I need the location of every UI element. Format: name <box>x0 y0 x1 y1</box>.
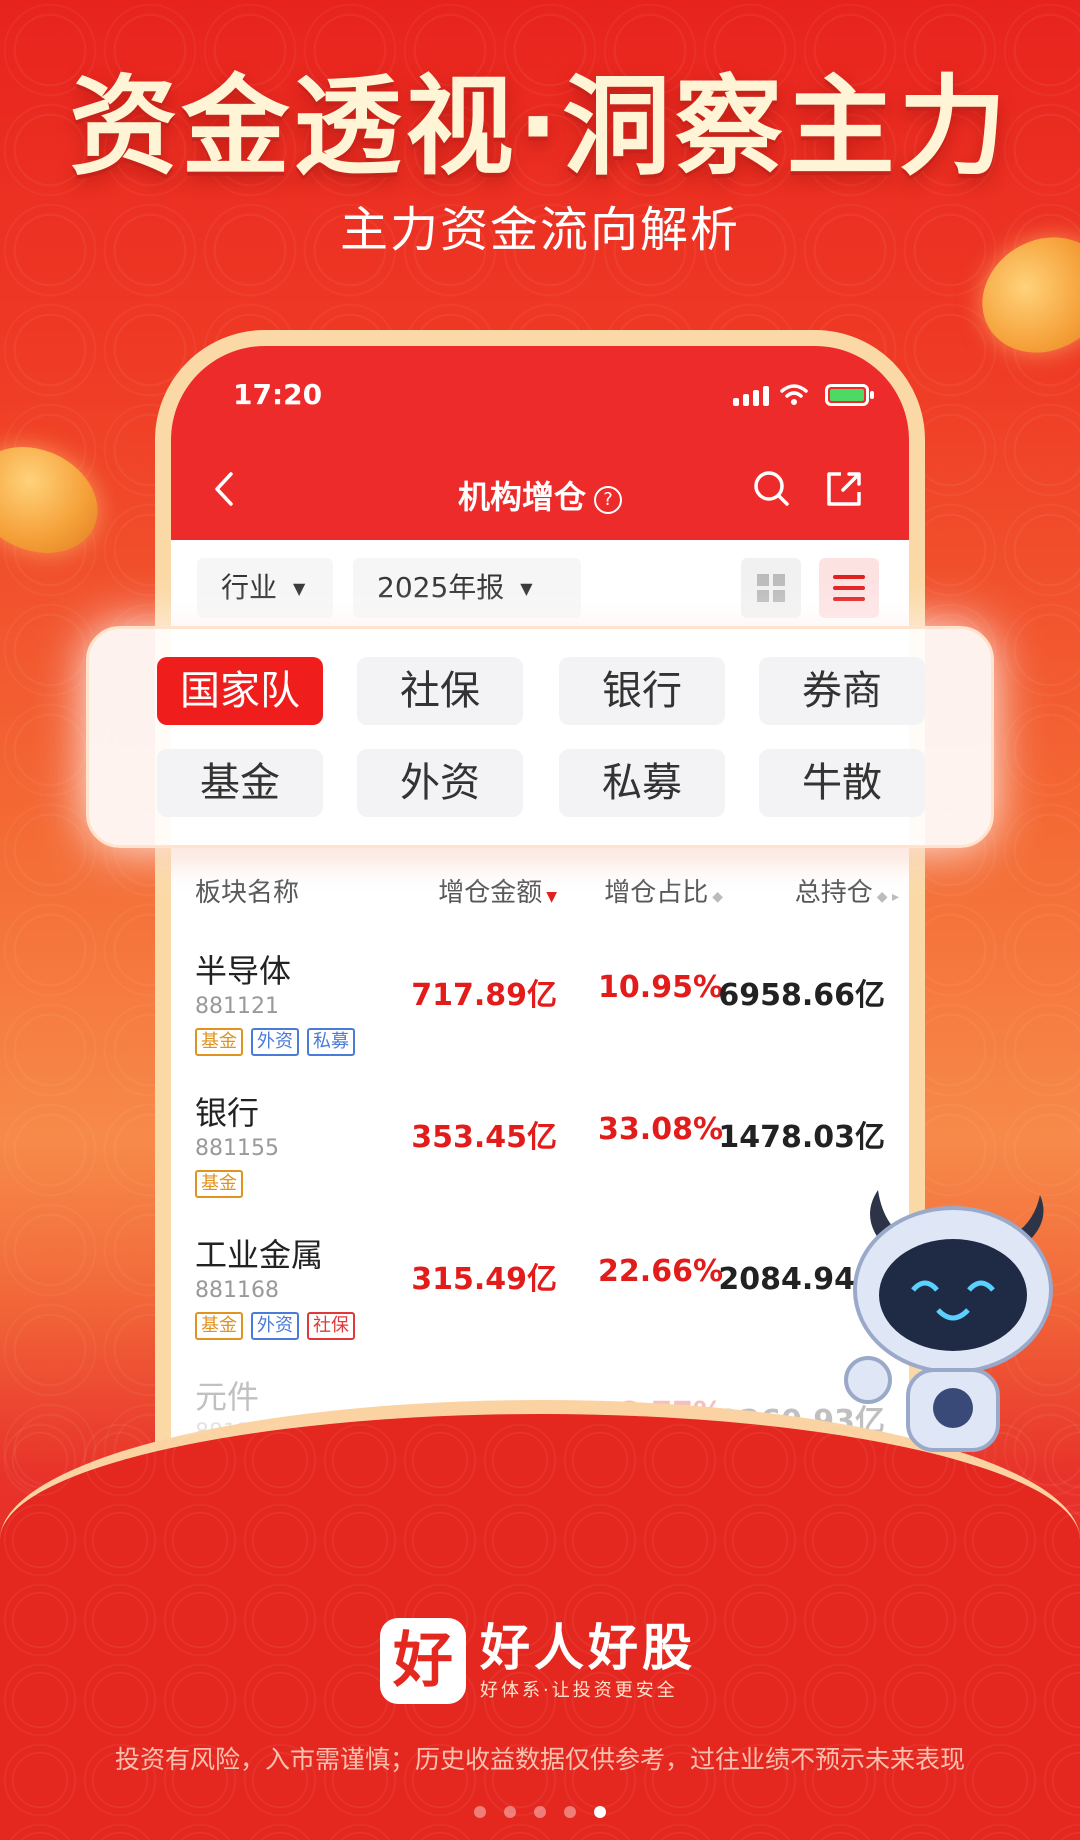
list-view-button[interactable] <box>819 558 879 618</box>
caret-down-icon: ▼ <box>293 579 306 598</box>
phone-mockup: 17:20 机构增仓? 行业 ▼ 2025年报 ▼ 板块名称 增仓金额 ▼ 增仓… <box>155 330 925 1530</box>
nav-bar: 机构增仓? <box>171 446 909 536</box>
investor-type-chip[interactable]: 券商 <box>759 657 925 725</box>
sector-name: 元件 <box>195 1378 260 1416</box>
sector-tags: 基金 外资 社保 <box>195 1312 355 1340</box>
increase-amount: 315.49亿 <box>411 1262 557 1297</box>
column-header-amount-label: 增仓金额 <box>438 878 543 908</box>
caret-down-icon: ▼ <box>520 579 533 598</box>
sector-name: 半导体 <box>195 952 292 990</box>
status-bar: 17:20 <box>171 346 909 426</box>
investor-tag: 社保 <box>307 1312 355 1340</box>
column-header-name: 板块名称 <box>195 878 300 908</box>
increase-amount: 717.89亿 <box>411 978 557 1013</box>
page-dot[interactable] <box>564 1806 576 1818</box>
column-header-total[interactable]: 总持仓 ◆ ▸ <box>795 872 899 909</box>
increase-ratio: 22.66% <box>598 1254 723 1289</box>
robot-mascot-illustration <box>844 1190 1053 1452</box>
sector-code: 881121 <box>195 994 279 1019</box>
investor-type-chip[interactable]: 私募 <box>559 749 725 817</box>
brand-name: 好人好股 <box>480 1618 696 1677</box>
brand-logo: 好 好人好股 好体系·让投资更安全 <box>380 1616 696 1706</box>
total-holding: 1478.03亿 <box>718 1120 885 1155</box>
column-header-amount[interactable]: 增仓金额 ▼ <box>438 872 557 909</box>
sector-code: 881168 <box>195 1278 279 1303</box>
signal-icon <box>733 386 769 406</box>
investor-tag: 外资 <box>251 1028 299 1056</box>
grid-view-button[interactable] <box>741 558 801 618</box>
total-holding: 6958.66亿 <box>718 978 885 1013</box>
table-header: 板块名称 增仓金额 ▼ 增仓占比 ◆ 总持仓 ◆ ▸ <box>171 872 909 922</box>
risk-disclaimer: 投资有风险，入市需谨慎；历史收益数据仅供参考，过往业绩不预示未来表现 <box>114 1745 965 1774</box>
search-icon[interactable] <box>747 464 797 514</box>
brand-mark: 好 <box>380 1618 466 1704</box>
investor-type-chip[interactable]: 国家队 <box>157 657 323 725</box>
sector-name: 工业金属 <box>195 1236 324 1274</box>
column-header-ratio-label: 增仓占比 <box>604 878 709 908</box>
increase-ratio: 33.08% <box>598 1112 723 1147</box>
hero-headline: 资金透视·洞察主力 <box>69 65 1011 190</box>
investor-tag: 外资 <box>251 1312 299 1340</box>
page-dot[interactable] <box>594 1806 606 1818</box>
sector-tags: 基金 <box>195 1170 243 1198</box>
investor-type-chip[interactable]: 社保 <box>357 657 523 725</box>
share-icon[interactable] <box>819 464 869 514</box>
brand-slogan: 好体系·让投资更安全 <box>480 1680 678 1701</box>
category-dropdown[interactable]: 行业 ▼ <box>197 558 333 618</box>
category-dropdown-label: 行业 <box>221 571 278 604</box>
period-dropdown[interactable]: 2025年报 ▼ <box>353 558 581 618</box>
investor-type-panel: 国家队 社保 银行 券商基金 外资 私募 牛散 <box>86 626 994 848</box>
table-row[interactable]: 半导体 881121 基金 外资 私募 717.89亿 10.95% 6958.66亿 <box>171 946 909 1088</box>
investor-type-chip[interactable]: 外资 <box>357 749 523 817</box>
filter-bar: 行业 ▼ 2025年报 ▼ <box>171 540 909 640</box>
increase-ratio: 10.95% <box>598 970 723 1005</box>
page-dot[interactable] <box>504 1806 516 1818</box>
table-row[interactable]: 工业金属 881168 基金 外资 社保 315.49亿 22.66% 2084.94亿 <box>171 1230 909 1372</box>
battery-icon <box>825 384 874 406</box>
sector-name: 银行 <box>195 1094 260 1132</box>
sort-icon: ▼ <box>546 889 557 905</box>
investor-tag: 基金 <box>195 1170 243 1198</box>
increase-amount: 353.45亿 <box>411 1120 557 1155</box>
investor-type-chip[interactable]: 基金 <box>157 749 323 817</box>
gold-coin-decoration <box>0 427 116 573</box>
sector-code: 881155 <box>195 1136 279 1161</box>
hero-subheadline: 主力资金流向解析 <box>339 202 740 258</box>
page-dot[interactable] <box>534 1806 546 1818</box>
grid-icon <box>757 574 785 602</box>
investor-tag: 基金 <box>195 1028 243 1056</box>
investor-type-chip[interactable]: 银行 <box>559 657 725 725</box>
investor-tag: 私募 <box>307 1028 355 1056</box>
sort-icon: ◆ <box>712 889 723 905</box>
list-icon <box>833 575 865 601</box>
column-header-ratio[interactable]: 增仓占比 ◆ <box>604 872 723 909</box>
table-row[interactable]: 银行 881155 基金 353.45亿 33.08% 1478.03亿 <box>171 1088 909 1230</box>
question-circle-icon[interactable]: ? <box>594 486 622 514</box>
app-header: 17:20 机构增仓? <box>171 346 909 540</box>
page-title: 机构增仓? <box>171 472 909 518</box>
investor-tag: 基金 <box>195 1312 243 1340</box>
page-dot[interactable] <box>474 1806 486 1818</box>
page-title-text: 机构增仓 <box>457 478 586 516</box>
status-time: 17:20 <box>233 378 323 411</box>
sort-icon: ◆ ▸ <box>876 889 899 905</box>
investor-type-chip[interactable]: 牛散 <box>759 749 925 817</box>
column-header-total-label: 总持仓 <box>794 878 873 908</box>
period-dropdown-label: 2025年报 <box>377 571 505 604</box>
wifi-icon <box>780 384 808 405</box>
page-indicator <box>0 1806 1080 1818</box>
sector-tags: 基金外资私募 <box>195 1028 355 1056</box>
